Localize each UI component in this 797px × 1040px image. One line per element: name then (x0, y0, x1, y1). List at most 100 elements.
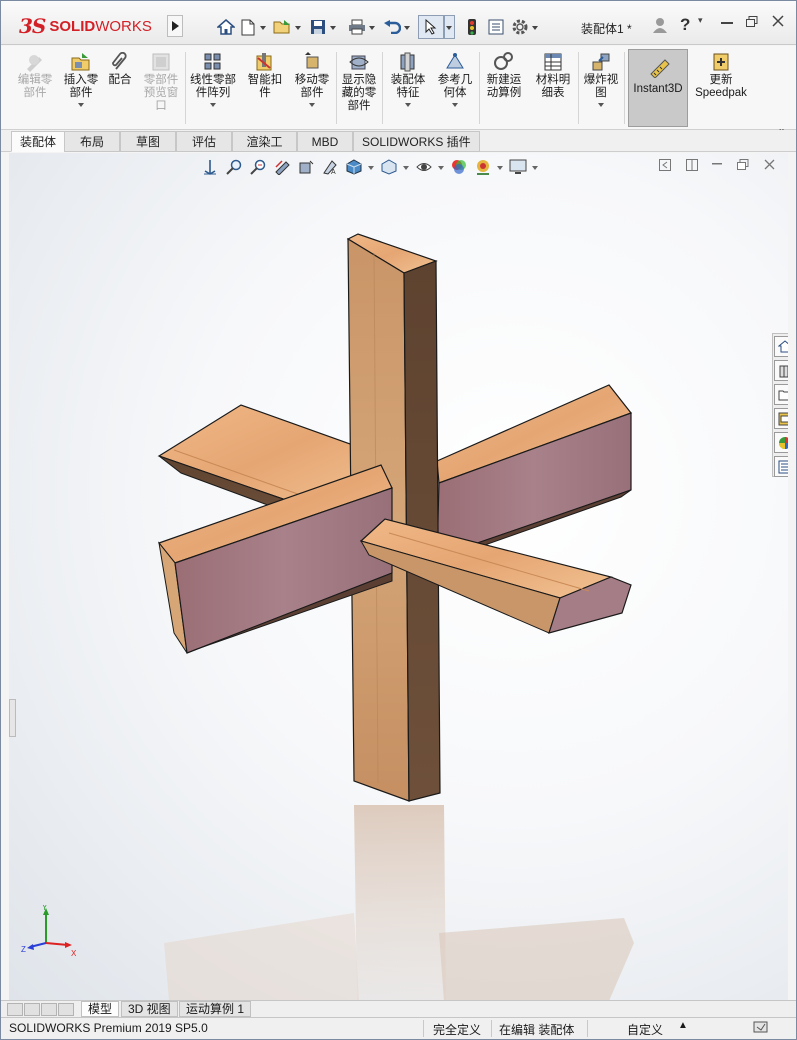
linear-pattern-button[interactable]: 线性零部 件阵列 (187, 52, 239, 107)
new-motion-study-button[interactable]: 新建运 动算例 (482, 52, 526, 100)
task-pane-home-icon[interactable] (774, 336, 788, 357)
last-tab-button[interactable] (58, 1003, 74, 1016)
save-dropdown[interactable] (329, 16, 338, 38)
first-tab-button[interactable] (7, 1003, 23, 1016)
units-dropdown-icon[interactable]: ▲ (678, 1020, 688, 1031)
reference-geometry-label: 参考几 何体 (437, 74, 473, 99)
speedpak-icon (710, 52, 732, 72)
open-icon[interactable] (272, 16, 294, 38)
restore-icon[interactable] (746, 16, 758, 28)
user-icon[interactable] (653, 17, 667, 33)
print-dropdown[interactable] (368, 16, 377, 38)
separator (578, 52, 579, 124)
reference-triad[interactable]: Y X Z (19, 905, 79, 965)
feature-manager-collapse-handle[interactable] (9, 699, 16, 737)
task-pane-view-palette-icon[interactable] (774, 408, 788, 429)
menu-expand-button[interactable] (167, 15, 183, 37)
separator (479, 52, 480, 124)
instant3d-label: Instant3D (633, 83, 683, 95)
exploded-view-dropdown[interactable] (598, 103, 604, 107)
bill-of-materials-button[interactable]: 材料明 细表 (531, 52, 575, 100)
exploded-view-button[interactable]: 爆炸视 图 (581, 52, 621, 107)
instant3d-button[interactable]: Instant3D (628, 49, 688, 127)
edit-component-button[interactable]: 编辑零 部件 (13, 52, 57, 100)
component-preview-icon (150, 52, 172, 72)
minimize-icon[interactable] (721, 21, 733, 25)
undo-icon[interactable] (381, 16, 403, 38)
update-speedpak-button[interactable]: 更新 Speedpak (692, 52, 750, 100)
status-bar-settings-icon[interactable] (753, 1020, 769, 1034)
linear-pattern-dropdown[interactable] (210, 103, 216, 107)
insert-components-dropdown[interactable] (78, 103, 84, 107)
reference-geometry-button[interactable]: 参考几 何体 (433, 52, 477, 107)
new-document-icon[interactable] (237, 16, 259, 38)
insert-components-button[interactable]: 插入零 部件 (61, 52, 101, 107)
home-icon[interactable] (215, 16, 237, 38)
assembly-features-icon (397, 52, 419, 72)
title-bar: 3S SOLID WORKS 装配体1 * ? ▾ (1, 1, 796, 45)
task-pane-appearances-icon[interactable] (774, 432, 788, 453)
open-dropdown[interactable] (294, 16, 303, 38)
task-pane-file-explorer-icon[interactable] (774, 384, 788, 405)
graphics-area[interactable]: A Y X Z (9, 153, 788, 1001)
file-properties-icon[interactable] (485, 16, 507, 38)
options-icon[interactable] (509, 16, 531, 38)
ds-logo-mark: 3S (19, 14, 46, 38)
assembly-features-dropdown[interactable] (405, 103, 411, 107)
tab-evaluate[interactable]: 评估 (176, 131, 232, 152)
show-hidden-icon (348, 52, 370, 72)
help-dropdown[interactable]: ▾ (698, 15, 703, 26)
mate-button[interactable]: 配合 (104, 52, 136, 87)
component-preview-button[interactable]: 零部件 预览窗 口 (139, 52, 183, 113)
undo-dropdown[interactable] (403, 16, 412, 38)
command-tabs: 装配体 布局 草图 评估 渲染工具 MBD SOLIDWORKS 插件 (1, 130, 796, 169)
tab-motion-study-1[interactable]: 运动算例 1 (179, 1001, 252, 1017)
separator (624, 52, 625, 124)
new-dropdown[interactable] (259, 16, 268, 38)
next-tab-button[interactable] (41, 1003, 57, 1016)
move-component-dropdown[interactable] (309, 103, 315, 107)
component-preview-label: 零部件 预览窗 口 (143, 74, 179, 112)
task-pane-tabs (772, 333, 788, 477)
assembly-model-view[interactable] (9, 153, 788, 1001)
tab-render-tools[interactable]: 渲染工具 (232, 131, 297, 169)
quick-access-toolbar (215, 14, 540, 40)
tab-solidworks-addins[interactable]: SOLIDWORKS 插件 (353, 131, 480, 152)
tab-assembly[interactable]: 装配体 (11, 131, 66, 152)
separator (336, 52, 337, 124)
help-icon[interactable]: ? (680, 15, 690, 35)
tab-3d-views[interactable]: 3D 视图 (121, 1001, 178, 1017)
close-icon[interactable] (772, 15, 784, 27)
solidworks-logo[interactable]: 3S SOLID WORKS (19, 10, 164, 42)
reference-geometry-dropdown[interactable] (452, 103, 458, 107)
edit-component-label: 编辑零 部件 (17, 74, 53, 99)
tab-layout[interactable]: 布局 (64, 131, 120, 152)
tab-mbd[interactable]: MBD (297, 131, 353, 152)
move-component-icon (301, 52, 323, 72)
editing-status: 在编辑 装配体 (499, 1023, 575, 1037)
linear-pattern-icon (202, 52, 224, 72)
show-hidden-label: 显示隐 藏的零 部件 (341, 74, 377, 112)
mate-label: 配合 (108, 74, 132, 86)
show-hidden-components-button[interactable]: 显示隐 藏的零 部件 (338, 52, 380, 113)
task-pane-custom-properties-icon[interactable] (774, 456, 788, 477)
save-icon[interactable] (307, 16, 329, 38)
units-selector[interactable]: 自定义 (627, 1021, 663, 1038)
move-component-label: 移动零 部件 (294, 74, 330, 99)
tab-model[interactable]: 模型 (81, 1001, 120, 1017)
bill-of-materials-label: 材料明 细表 (535, 74, 571, 99)
assembly-features-button[interactable]: 装配体 特征 (386, 52, 430, 107)
move-component-button[interactable]: 移动零 部件 (290, 52, 334, 107)
options-dropdown[interactable] (531, 16, 540, 38)
tab-sketch[interactable]: 草图 (120, 131, 176, 152)
motion-study-icon (493, 52, 515, 72)
prev-tab-button[interactable] (24, 1003, 40, 1016)
select-dropdown[interactable] (444, 15, 455, 39)
instant3d-icon (649, 58, 671, 78)
update-speedpak-label: 更新 Speedpak (695, 74, 747, 99)
select-icon[interactable] (418, 15, 444, 39)
smart-fasteners-button[interactable]: 智能扣 件 (243, 52, 287, 100)
rebuild-icon[interactable] (461, 16, 483, 38)
task-pane-design-library-icon[interactable] (774, 360, 788, 381)
print-icon[interactable] (346, 16, 368, 38)
